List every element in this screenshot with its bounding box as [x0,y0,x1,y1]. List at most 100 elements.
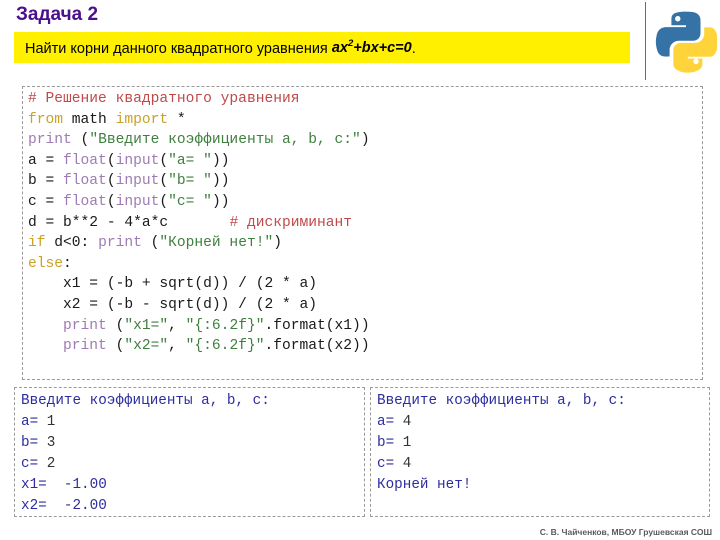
code-token: float [63,152,107,169]
output-console-left: Введите коэффициенты a, b, c: a= 1 b= 3 c= … [14,387,365,517]
code-line: # Решение квадратного уравнения [28,89,370,110]
output-line: c= 4 [377,454,626,475]
code-token: "x1=" [124,317,169,334]
code-token: ( [106,317,125,334]
output-console-right: Введите коэффициенты a, b, c: a= 4 b= 1 c= … [370,387,710,517]
code-token: ( [71,132,90,149]
equation-base-1: ax [331,40,348,57]
output-line: b= 3 [21,433,270,454]
code-line: c = float(input("c= ")) [28,192,370,213]
code-token: ) [360,132,370,149]
code-token: 1 [46,414,56,430]
output-right-text: Введите коэффициенты a, b, c: a= 4 b= 1 c= … [377,391,626,496]
code-token: : [63,255,72,272]
code-token: ( [106,193,116,210]
code-block: # Решение квадратного уравнения from math… [22,86,703,380]
code-token: 3 [46,435,56,451]
code-token: print [63,338,107,355]
code-token: ( [159,173,169,190]
code-token: Введите коэффициенты a, b, c: [21,393,270,409]
code-token: math [63,111,116,128]
output-line: c= 2 [21,454,270,475]
code-token: ( [106,338,125,355]
code-line: if d<0: print ("Корней нет!") [28,233,370,254]
code-line: x1 = (-b + sqrt(d)) / (2 * a) [28,274,370,295]
task-banner: Найти корни данного квадратного уравнени… [14,32,630,63]
code-text: # Решение квадратного уравнения from math… [28,89,370,357]
equation-base-2: +bx+c=0 [353,40,412,57]
code-token: print [98,235,142,252]
code-token: .format(x2)) [264,338,370,355]
code-token: float [63,173,107,190]
output-left-text: Введите коэффициенты a, b, c: a= 1 b= 3 c= … [21,391,270,517]
code-token: 1 [402,435,412,451]
code-token: print [63,317,107,334]
code-line: print ("x2=", "{:6.2f}".format(x2)) [28,336,370,357]
code-token: input [115,173,160,190]
task-equation: ax2+bx+c=0 [331,39,412,57]
code-token: * [168,111,186,128]
code-line: b = float(input("b= ")) [28,171,370,192]
code-token: else [28,255,64,272]
code-line: print ("x1=", "{:6.2f}".format(x1)) [28,316,370,337]
code-token: )) [211,193,230,210]
code-token: a= [21,414,47,430]
code-token: "Введите коэффициенты a, b, c:" [89,132,361,149]
code-token: , [168,338,186,355]
code-token: import [115,111,169,128]
code-token: # Решение квадратного уравнения [28,91,300,107]
task-text-before: Найти корни данного квадратного уравнени… [25,40,332,57]
code-token: "a= " [168,152,212,169]
code-token: 4 [402,414,412,430]
code-token: if [28,235,46,252]
code-token: "{:6.2f}" [185,317,265,334]
code-line: x2 = (-b - sqrt(d)) / (2 * a) [28,295,370,316]
code-token: ( [159,193,169,210]
code-token: b= [21,435,47,451]
code-token: d<0: [45,235,99,252]
output-line: x2= -2.00 [21,496,270,517]
slide-root: Задача 2 Найти корни данного квадратного… [0,0,720,540]
code-token: .format(x1)) [264,317,370,334]
code-token: "{:6.2f}" [185,338,265,355]
code-token: "c= " [168,193,212,210]
task-text-after: . [411,40,416,57]
code-token: ( [106,152,116,169]
output-line: Введите коэффициенты a, b, c: [21,391,270,412]
code-token: a= [377,414,403,430]
code-token: input [115,152,160,169]
task-banner-text: Найти корни данного квадратного уравнени… [14,39,416,57]
code-token: c = [28,193,64,210]
output-line: x1= -1.00 [21,475,270,496]
vertical-divider [645,2,646,80]
code-token: x1 = (-b + sqrt(d)) / (2 * a) [28,276,318,293]
code-line: a = float(input("a= ")) [28,151,370,172]
code-token: input [115,193,160,210]
output-line: a= 4 [377,412,626,433]
code-token: "b= " [168,173,212,190]
code-token: )) [211,152,230,169]
code-token: # дискриминант [229,214,353,231]
code-token: Введите коэффициенты a, b, c: [377,393,626,409]
code-token: b= [377,435,403,451]
code-token: a = [28,152,64,169]
code-token: print [28,132,72,149]
footer-credit: С. В. Чайченков, МБОУ Грушевская СОШ [539,527,712,537]
code-token: ( [141,235,160,252]
code-token: ( [159,152,169,169]
page-title: Задача 2 [16,4,99,25]
code-token: b = [28,173,64,190]
code-token: Корней нет! [377,477,472,493]
output-line: a= 1 [21,412,270,433]
code-token: )) [211,173,230,190]
code-token: "Корней нет!" [159,235,274,252]
output-line: Корней нет! [377,475,626,496]
code-token: x2= -2.00 [21,498,107,514]
output-line: Введите коэффициенты a, b, c: [377,391,626,412]
code-token: ) [273,235,282,252]
code-token: float [63,193,107,210]
python-logo [655,4,719,76]
code-line: from math import * [28,110,370,131]
output-line: b= 1 [377,433,626,454]
